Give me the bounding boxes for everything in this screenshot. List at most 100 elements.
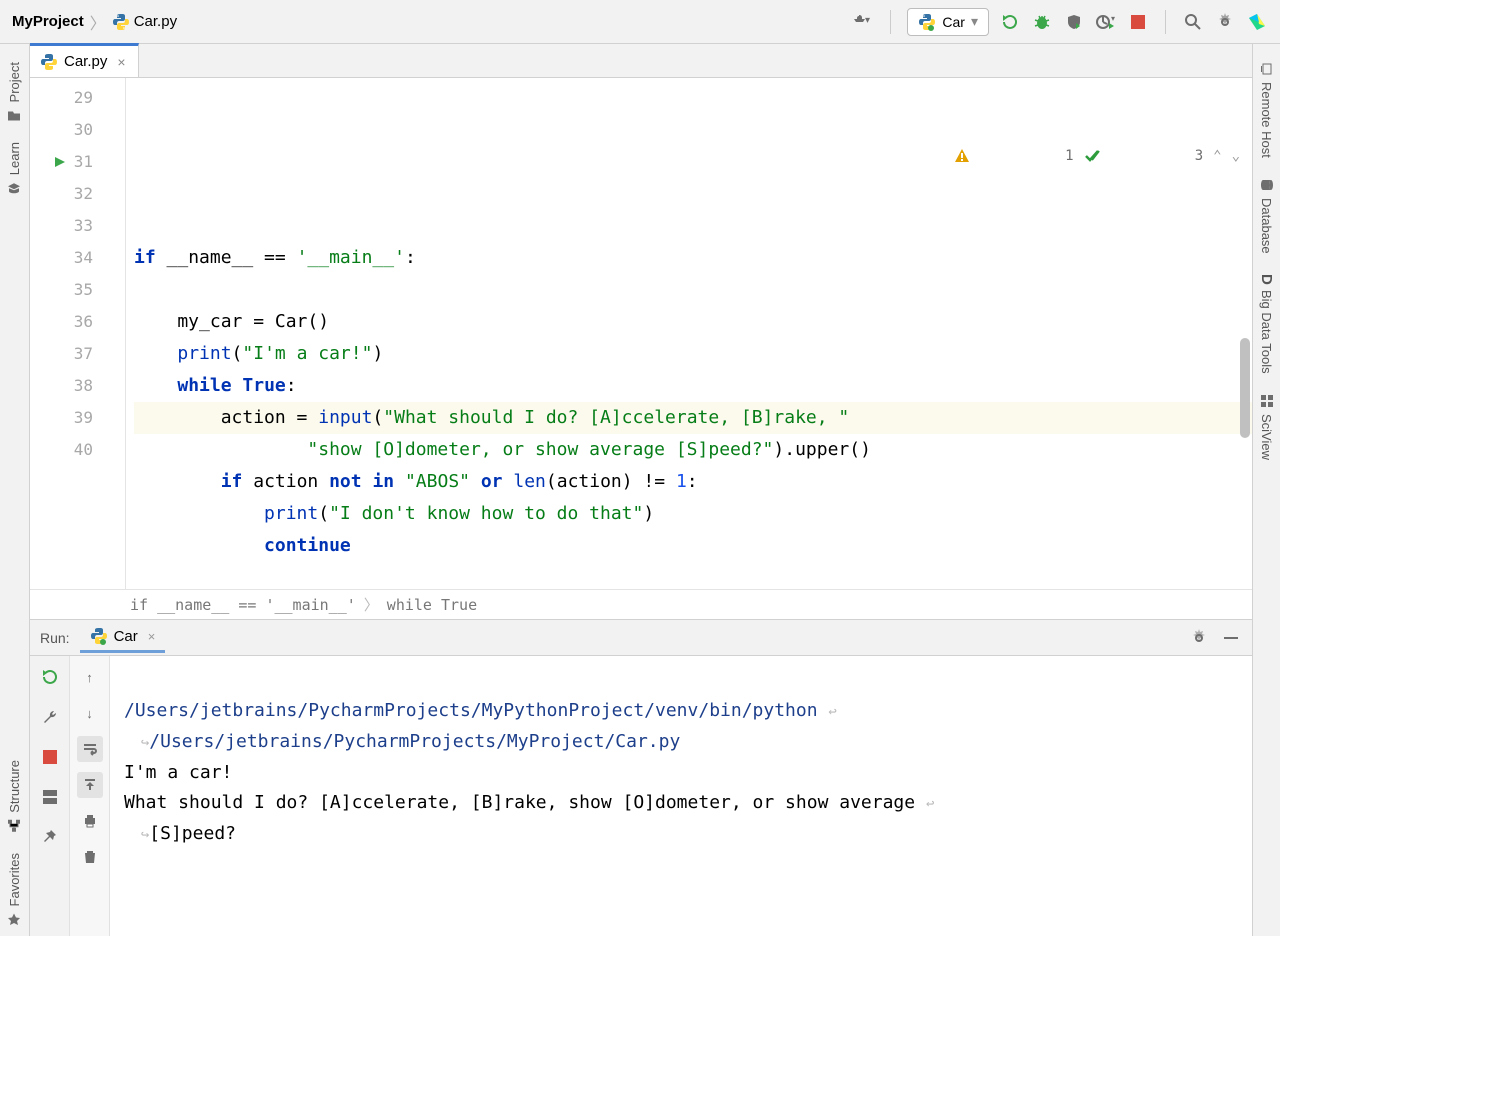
soft-wrap-icon[interactable] bbox=[77, 736, 103, 762]
console-output[interactable]: /Users/jetbrains/PycharmProjects/MyPytho… bbox=[110, 656, 1252, 936]
settings-icon[interactable] bbox=[1214, 11, 1236, 33]
chevron-right-icon: 〉 bbox=[90, 10, 106, 34]
console-line: I'm a car! bbox=[124, 762, 232, 783]
code-line[interactable]: print("I'm a car!") bbox=[134, 338, 1252, 370]
line-number[interactable]: 30 bbox=[30, 114, 117, 146]
line-number[interactable]: 39 bbox=[30, 402, 117, 434]
line-number[interactable]: 40 bbox=[30, 434, 117, 466]
chevron-up-icon[interactable]: ⌃ bbox=[1213, 140, 1221, 172]
add-config-icon[interactable]: ▾ bbox=[852, 11, 874, 33]
chevron-right-icon: 〉 bbox=[364, 594, 379, 615]
editor-scrollbar[interactable] bbox=[1238, 78, 1252, 589]
ok-count: 3 bbox=[1195, 140, 1203, 172]
debug-button[interactable] bbox=[1031, 11, 1053, 33]
close-tab-icon[interactable]: × bbox=[117, 54, 125, 70]
rerun-button[interactable] bbox=[37, 664, 63, 690]
console-path-2: /Users/jetbrains/PycharmProjects/MyProje… bbox=[149, 731, 680, 752]
python-file-icon bbox=[40, 53, 58, 71]
wrap-indicator-icon: ↪ bbox=[124, 735, 149, 751]
code-line[interactable]: if __name__ == '__main__': bbox=[134, 242, 1252, 274]
breadcrumb: MyProject 〉 Car.py bbox=[12, 10, 177, 34]
breadcrumb-project[interactable]: MyProject bbox=[12, 13, 84, 30]
run-config-selector[interactable]: Car ▾ bbox=[907, 8, 989, 36]
layout-icon[interactable] bbox=[37, 784, 63, 810]
scroll-to-end-icon[interactable] bbox=[77, 772, 103, 798]
python-file-icon bbox=[112, 13, 130, 31]
line-number[interactable]: 32 bbox=[30, 178, 117, 210]
warning-count: 1 bbox=[1065, 140, 1073, 172]
line-number[interactable]: 38 bbox=[30, 370, 117, 402]
up-icon[interactable]: ↑ bbox=[77, 664, 103, 690]
code-line[interactable]: print("I don't know how to do that") bbox=[134, 498, 1252, 530]
chevron-down-icon: ▾ bbox=[971, 13, 978, 30]
wrap-indicator-icon: ↪ bbox=[124, 827, 149, 843]
sidebar-label-sciview: SciView bbox=[1259, 414, 1274, 460]
line-number[interactable]: 36 bbox=[30, 306, 117, 338]
sidebar-item-project[interactable]: Project bbox=[5, 52, 24, 132]
breadcrumb-scope-b[interactable]: while True bbox=[387, 596, 477, 614]
inspection-widget[interactable]: 1 3 ⌃ ⌄ bbox=[954, 84, 1240, 228]
stop-button[interactable] bbox=[1127, 11, 1149, 33]
pin-icon[interactable] bbox=[37, 824, 63, 850]
console-path-1: /Users/jetbrains/PycharmProjects/MyPytho… bbox=[124, 700, 828, 721]
run-coverage-button[interactable] bbox=[1063, 11, 1085, 33]
run-tool-window: Run: Car × bbox=[30, 619, 1252, 936]
search-icon[interactable] bbox=[1182, 11, 1204, 33]
trash-icon[interactable] bbox=[77, 844, 103, 870]
line-number[interactable]: 35 bbox=[30, 274, 117, 306]
print-icon[interactable] bbox=[77, 808, 103, 834]
run-button[interactable] bbox=[999, 11, 1021, 33]
sidebar-item-database[interactable]: Database bbox=[1257, 168, 1276, 264]
sidebar-item-bigdata[interactable]: D Big Data Tools bbox=[1256, 264, 1277, 384]
line-number[interactable]: 29 bbox=[30, 82, 117, 114]
line-number[interactable]: 34 bbox=[30, 242, 117, 274]
wrap-indicator-icon: ↩ bbox=[926, 796, 934, 812]
code-line[interactable]: "show [O]dometer, or show average [S]pee… bbox=[134, 434, 1252, 466]
line-number[interactable]: 37 bbox=[30, 338, 117, 370]
python-file-icon bbox=[918, 13, 936, 31]
run-gutter-icon[interactable] bbox=[54, 156, 66, 168]
code-line[interactable] bbox=[134, 274, 1252, 306]
code-line[interactable]: action = input("What should I do? [A]cce… bbox=[134, 402, 1252, 434]
sidebar-item-favorites[interactable]: Favorites bbox=[5, 843, 24, 936]
profile-button[interactable]: ▾ bbox=[1095, 11, 1117, 33]
close-run-tab-icon[interactable]: × bbox=[148, 629, 156, 644]
check-icon bbox=[1084, 84, 1185, 228]
run-settings-icon[interactable] bbox=[1188, 627, 1210, 649]
stop-run-button[interactable] bbox=[37, 744, 63, 770]
code-breadcrumb: if __name__ == '__main__' 〉 while True bbox=[30, 589, 1252, 619]
hide-panel-icon[interactable] bbox=[1220, 627, 1242, 649]
code-line[interactable]: my_car = Car() bbox=[134, 306, 1252, 338]
wrap-indicator-icon: ↩ bbox=[828, 704, 836, 720]
breadcrumb-scope-a[interactable]: if __name__ == '__main__' bbox=[130, 596, 356, 614]
down-icon[interactable]: ↓ bbox=[77, 700, 103, 726]
code-line[interactable]: continue bbox=[134, 530, 1252, 562]
editor-code-area[interactable]: if __name__ == '__main__': my_car = Car(… bbox=[126, 78, 1252, 589]
breadcrumb-file[interactable]: Car.py bbox=[112, 13, 177, 31]
sidebar-label-project: Project bbox=[7, 62, 22, 102]
wrench-icon[interactable] bbox=[37, 704, 63, 730]
remote-host-icon bbox=[1260, 62, 1274, 76]
learn-icon bbox=[8, 182, 22, 196]
line-number[interactable]: 31 bbox=[30, 146, 117, 178]
sidebar-item-sciview[interactable]: SciView bbox=[1257, 384, 1276, 470]
run-title: Run: bbox=[40, 630, 70, 646]
bigdata-d-label: D bbox=[1258, 274, 1275, 285]
sidebar-item-learn[interactable]: Learn bbox=[5, 132, 24, 205]
code-line[interactable]: if action not in "ABOS" or len(action) !… bbox=[134, 466, 1252, 498]
run-tab-car[interactable]: Car × bbox=[80, 622, 166, 653]
sidebar-item-structure[interactable]: Structure bbox=[5, 750, 24, 843]
structure-icon bbox=[8, 819, 22, 833]
code-editor[interactable]: 293031323334353637383940 if __name__ == … bbox=[30, 78, 1252, 589]
code-line[interactable]: while True: bbox=[134, 370, 1252, 402]
sidebar-item-remote-host[interactable]: Remote Host bbox=[1257, 52, 1276, 168]
jetbrains-icon[interactable] bbox=[1246, 11, 1268, 33]
line-number[interactable]: 33 bbox=[30, 210, 117, 242]
folder-icon bbox=[8, 108, 22, 122]
editor-gutter[interactable]: 293031323334353637383940 bbox=[30, 78, 126, 589]
run-tab-label: Car bbox=[114, 628, 138, 645]
sidebar-label-structure: Structure bbox=[7, 760, 22, 813]
editor-tab-car[interactable]: Car.py × bbox=[30, 43, 139, 77]
editor-tab-label: Car.py bbox=[64, 53, 107, 70]
run-left-toolbar bbox=[30, 656, 70, 936]
